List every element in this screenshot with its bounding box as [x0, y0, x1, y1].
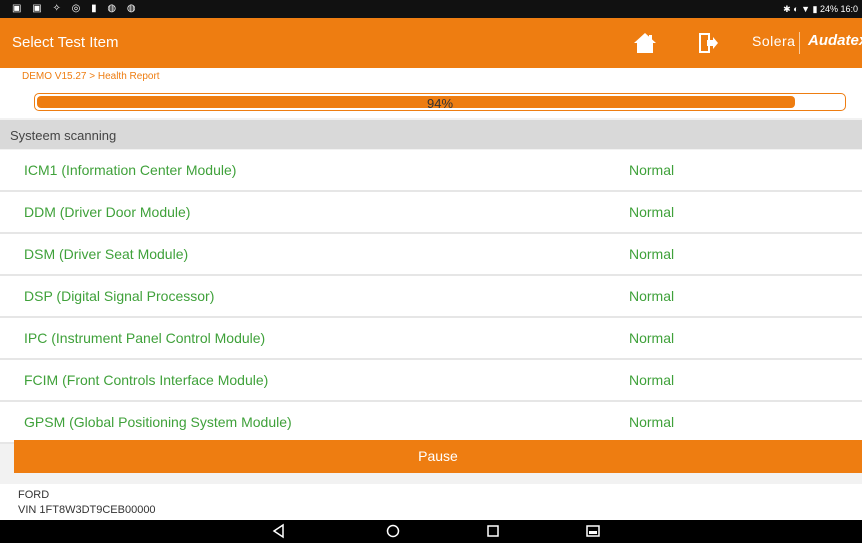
module-row[interactable]: ICM1 (Information Center Module) Normal [0, 150, 862, 192]
progress-label: 94% [426, 96, 454, 111]
module-list: ICM1 (Information Center Module) Normal … [0, 150, 862, 444]
module-row[interactable]: DSP (Digital Signal Processor) Normal [0, 276, 862, 318]
section-header: Systeem scanning [0, 120, 862, 149]
vehicle-make: FORD [18, 489, 50, 501]
module-status: Normal [629, 246, 675, 262]
module-name: DDM (Driver Door Module) [24, 204, 191, 220]
recent-apps-icon[interactable] [484, 523, 502, 539]
module-status: Normal [629, 372, 675, 388]
module-row[interactable]: DDM (Driver Door Module) Normal [0, 192, 862, 234]
progress-area: 94% [0, 88, 862, 118]
module-name: DSP (Digital Signal Processor) [24, 288, 215, 304]
module-name: IPC (Instrument Panel Control Module) [24, 330, 266, 346]
module-name: FCIM (Front Controls Interface Module) [24, 372, 269, 388]
module-row[interactable]: DSM (Driver Seat Module) Normal [0, 234, 862, 276]
pause-button[interactable]: Pause [14, 440, 862, 473]
module-name: DSM (Driver Seat Module) [24, 246, 189, 262]
section-title: Systeem scanning [10, 128, 117, 143]
module-row[interactable]: FCIM (Front Controls Interface Module) N… [0, 360, 862, 402]
back-icon[interactable] [270, 523, 288, 539]
page-title: Select Test Item [12, 34, 119, 51]
audatex-logo: Audatex [808, 32, 862, 49]
logo-divider [799, 32, 800, 54]
vehicle-vin: VIN 1FT8W3DT9CEB00000 [18, 504, 156, 516]
battery-percent: 24% [819, 4, 838, 14]
module-name: ICM1 (Information Center Module) [24, 162, 237, 178]
module-status: Normal [629, 162, 675, 178]
module-row[interactable]: GPSM (Global Positioning System Module) … [0, 402, 862, 444]
home-circle-icon[interactable] [384, 523, 402, 539]
breadcrumb-text: DEMO V15.27 > Health Report [22, 71, 160, 82]
system-status: ✱ ◐ ▼ ▮ 24% 16:0 [783, 4, 858, 14]
android-nav-bar [0, 520, 862, 543]
clock: 16:0 [840, 4, 858, 14]
module-status: Normal [629, 288, 675, 304]
module-row[interactable]: IPC (Instrument Panel Control Module) No… [0, 318, 862, 360]
module-status: Normal [629, 330, 675, 346]
app-bar: Select Test Item Solera Audatex [0, 18, 862, 68]
status-bar: ▣ ▣ ✧ ◎ ▮ ◍ ◍ ✱ ◐ ▼ ▮ 24% 16:0 [0, 0, 862, 18]
scan-progress-bar: 94% [34, 93, 846, 111]
home-icon[interactable] [633, 32, 657, 54]
notification-icons: ▣ ▣ ✧ ◎ ▮ ◍ ◍ [12, 3, 140, 14]
module-name: GPSM (Global Positioning System Module) [24, 414, 292, 430]
screenshot-icon[interactable] [584, 523, 602, 539]
module-status: Normal [629, 414, 675, 430]
vehicle-info: FORD VIN 1FT8W3DT9CEB00000 [0, 484, 862, 520]
breadcrumb: DEMO V15.27 > Health Report [0, 68, 862, 88]
exit-icon[interactable] [698, 32, 718, 54]
solera-logo: Solera [752, 33, 796, 49]
module-status: Normal [629, 204, 675, 220]
